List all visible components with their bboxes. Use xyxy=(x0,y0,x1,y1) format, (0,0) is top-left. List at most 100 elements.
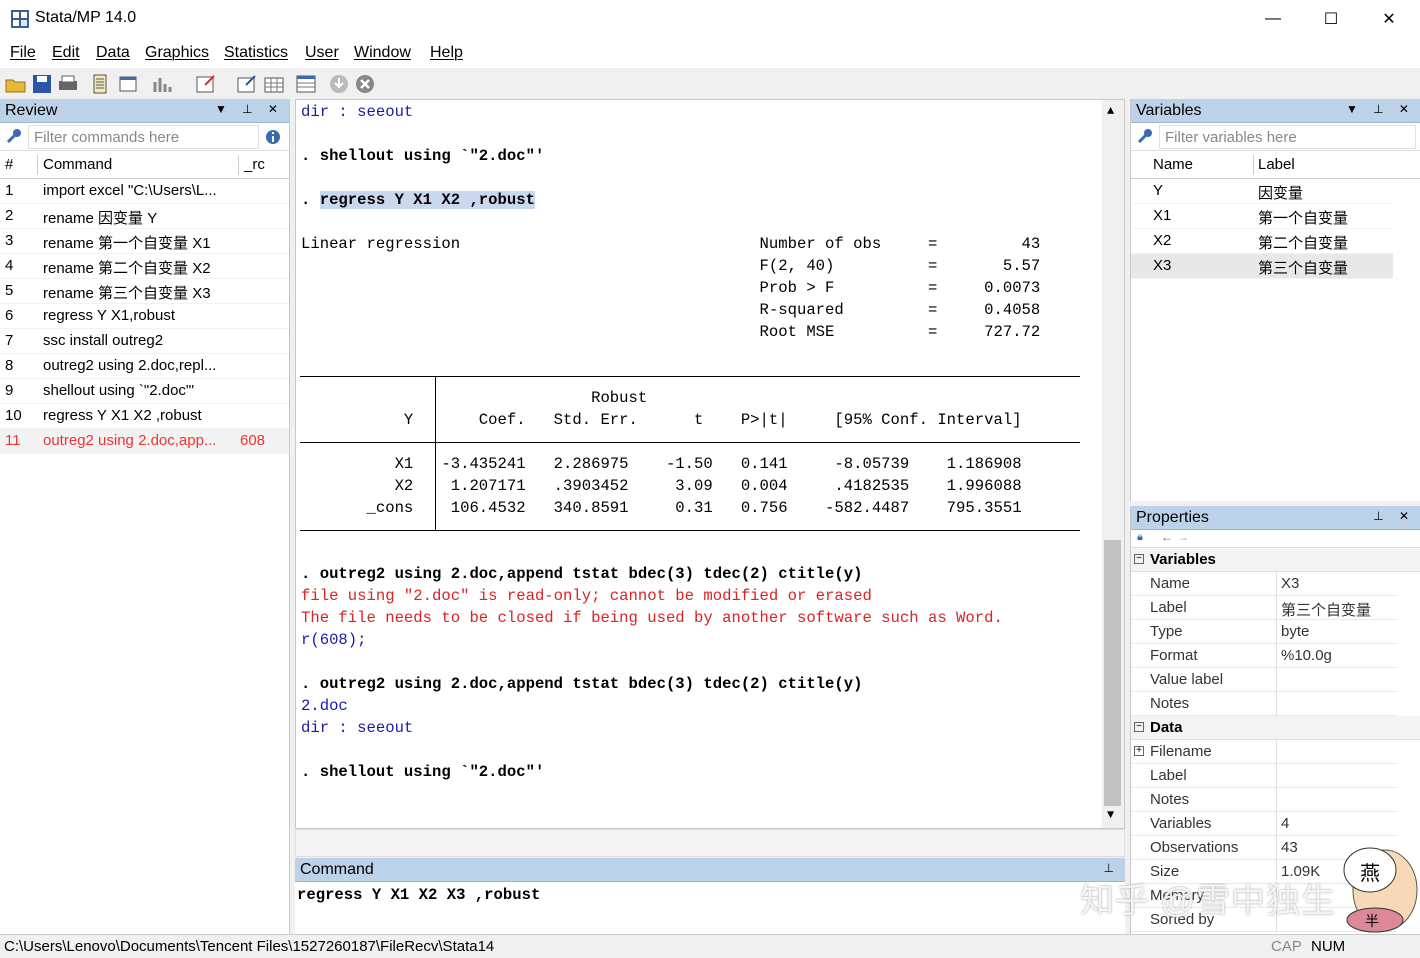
data-editor-icon[interactable] xyxy=(236,73,258,95)
review-list: 1 import excel "C:\Users\L... 2 rename 因变量 … xyxy=(0,179,289,454)
close-button[interactable]: ✕ xyxy=(1360,0,1418,38)
minimize-button[interactable]: — xyxy=(1244,0,1302,38)
review-filter-input[interactable]: Filter commands here xyxy=(28,125,259,149)
properties-group-variables[interactable]: − Variables xyxy=(1131,548,1420,572)
variables-manager-icon[interactable] xyxy=(295,73,317,95)
scroll-thumb[interactable] xyxy=(1104,540,1121,806)
properties-title: Properties xyxy=(1136,509,1209,526)
review-row[interactable]: 1 import excel "C:\Users\L... xyxy=(0,179,289,204)
save-icon[interactable] xyxy=(31,73,53,95)
review-header: Review ▼ ⊥ ✕ xyxy=(0,99,289,123)
panel-pin-icons[interactable]: ▼ ⊥ ✕ xyxy=(215,102,284,116)
results-scrollbar[interactable]: ▲ ▼ xyxy=(1102,100,1124,828)
property-value: %10.0g xyxy=(1281,647,1332,664)
variables-filter-input[interactable]: Filter variables here xyxy=(1159,125,1416,149)
menu-window[interactable]: Window xyxy=(354,44,411,62)
review-row[interactable]: 7 ssc install outreg2 xyxy=(0,329,289,354)
review-row[interactable]: 6 regress Y X1,robust xyxy=(0,304,289,329)
property-row[interactable]: Label 第三个自变量 xyxy=(1131,596,1397,620)
expand-icon[interactable]: + xyxy=(1134,746,1144,756)
review-row-command: rename 因变量 Y xyxy=(43,210,158,227)
menu-file[interactable]: File xyxy=(10,44,36,62)
variable-row[interactable]: Y 因变量 xyxy=(1131,179,1393,204)
variable-label: 第二个自变量 xyxy=(1258,235,1349,252)
property-key: Label xyxy=(1150,767,1187,784)
variables-panel: Variables ▼ ⊥ ✕ Filter variables here Na… xyxy=(1130,99,1420,501)
review-row[interactable]: 3 rename 第一个自变量 X1 xyxy=(0,229,289,254)
forward-icon[interactable]: → xyxy=(1177,530,1189,544)
review-row-number: 11 xyxy=(5,432,21,449)
variable-name: X1 xyxy=(1153,207,1172,224)
results-line: dir : seeout xyxy=(301,719,414,737)
lock-icon[interactable]: 🔒︎ xyxy=(1137,531,1143,544)
property-row[interactable]: Label xyxy=(1131,764,1397,788)
viewer-icon[interactable] xyxy=(118,73,140,95)
maximize-button[interactable]: ☐ xyxy=(1302,0,1360,38)
command-input[interactable]: regress Y X1 X2 X3 ,robust xyxy=(297,886,540,904)
variables-pin-icons[interactable]: ▼ ⊥ ✕ xyxy=(1346,102,1415,116)
variable-label: 第一个自变量 xyxy=(1258,210,1349,227)
status-bar: C:\Users\Lenovo\Documents\Tencent Files\… xyxy=(0,934,1420,958)
variables-title: Variables xyxy=(1136,102,1202,119)
results-line: dir : seeout xyxy=(301,103,414,121)
review-row[interactable]: 11 outreg2 using 2.doc,app... 608 xyxy=(0,429,289,454)
review-row[interactable]: 2 rename 因变量 Y xyxy=(0,204,289,229)
review-row[interactable]: 9 shellout using `"2.doc"' xyxy=(0,379,289,404)
property-row[interactable]: Name X3 xyxy=(1131,572,1397,596)
results-line: file using "2.doc" is read-only; cannot … xyxy=(301,587,872,605)
command-panel: Command ⊥ regress Y X1 X2 X3 ,robust xyxy=(295,858,1125,934)
review-row-command: ssc install outreg2 xyxy=(43,332,164,349)
svg-text:半: 半 xyxy=(1365,914,1379,930)
variable-row[interactable]: X1 第一个自变量 xyxy=(1131,204,1393,229)
col-rc[interactable]: _rc xyxy=(244,156,265,173)
col-number[interactable]: # xyxy=(5,156,13,173)
scroll-up-icon[interactable]: ▲ xyxy=(1107,104,1114,118)
log-icon[interactable] xyxy=(89,73,111,95)
menu-help[interactable]: Help xyxy=(430,44,463,62)
property-value: 第三个自变量 xyxy=(1281,602,1372,619)
graph-icon[interactable] xyxy=(152,73,174,95)
results-line: . outreg2 using 2.doc,append tstat bdec(… xyxy=(301,565,863,583)
variable-row[interactable]: X3 第三个自变量 xyxy=(1131,254,1393,279)
scroll-down-icon[interactable]: ▼ xyxy=(1107,808,1114,822)
property-row[interactable]: Value label xyxy=(1131,668,1397,692)
property-row[interactable]: Type byte xyxy=(1131,620,1397,644)
do-file-editor-icon[interactable] xyxy=(195,73,217,95)
variables-list: Y 因变量 X1 第一个自变量 X2 第二个自变量 X3 第三个自变量 xyxy=(1131,179,1420,279)
review-row[interactable]: 5 rename 第三个自变量 X3 xyxy=(0,279,289,304)
property-row[interactable]: + Filename xyxy=(1131,740,1397,764)
window-title: Stata/MP 14.0 xyxy=(35,9,137,26)
menu-graphics[interactable]: Graphics xyxy=(145,44,209,62)
variable-row[interactable]: X2 第二个自变量 xyxy=(1131,229,1393,254)
status-cap: CAP xyxy=(1271,938,1302,955)
property-row[interactable]: Notes xyxy=(1131,788,1397,812)
menu-statistics[interactable]: Statistics xyxy=(224,44,288,62)
info-icon[interactable] xyxy=(265,129,281,145)
properties-pin-icons[interactable]: ⊥ ✕ xyxy=(1373,509,1415,523)
review-row[interactable]: 10 regress Y X1 X2 ,robust xyxy=(0,404,289,429)
variables-filter: Filter variables here xyxy=(1131,123,1420,151)
property-value: 43 xyxy=(1281,839,1298,856)
data-browser-icon[interactable] xyxy=(263,73,285,95)
menu-edit[interactable]: Edit xyxy=(52,44,80,62)
review-row[interactable]: 4 rename 第二个自变量 X2 xyxy=(0,254,289,279)
more-icon[interactable] xyxy=(328,73,350,95)
wrench-icon[interactable] xyxy=(6,128,22,144)
col-label[interactable]: Label xyxy=(1258,156,1295,173)
review-row[interactable]: 8 outreg2 using 2.doc,repl... xyxy=(0,354,289,379)
menu-data[interactable]: Data xyxy=(96,44,130,62)
menu-user[interactable]: User xyxy=(305,44,339,62)
wrench-icon[interactable] xyxy=(1137,128,1153,144)
print-icon[interactable] xyxy=(57,73,79,95)
variable-label: 第三个自变量 xyxy=(1258,260,1349,277)
table-vertical-rule xyxy=(435,376,436,530)
status-num: NUM xyxy=(1311,938,1346,955)
property-row[interactable]: Format %10.0g xyxy=(1131,644,1397,668)
property-row[interactable]: Notes xyxy=(1131,692,1397,716)
break-icon[interactable] xyxy=(354,73,376,95)
col-name[interactable]: Name xyxy=(1153,156,1193,173)
properties-group-data[interactable]: − Data xyxy=(1131,716,1420,740)
open-icon[interactable] xyxy=(5,73,27,95)
back-icon[interactable]: ← xyxy=(1161,530,1173,544)
col-command[interactable]: Command xyxy=(43,156,112,173)
